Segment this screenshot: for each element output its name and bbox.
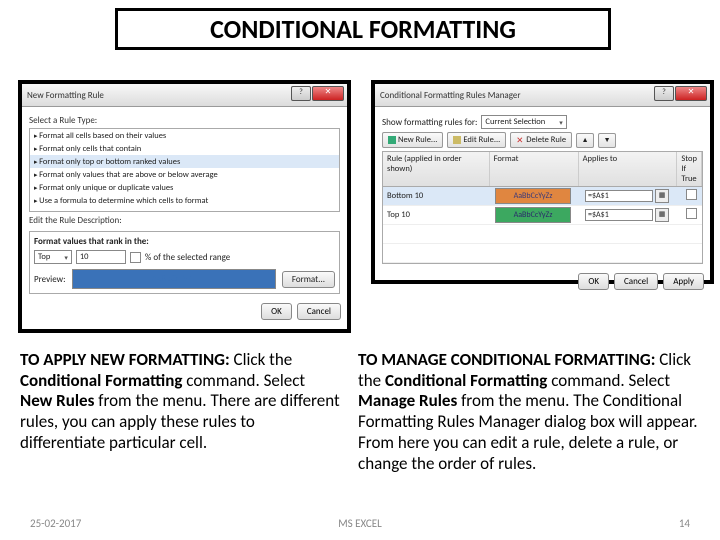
move-up-button[interactable]: ▲ <box>576 133 594 148</box>
edit-rule-section: Format values that rank in the: Top 10 %… <box>29 231 340 294</box>
format-values-label: Format values that rank in the: <box>34 236 335 247</box>
ok-button[interactable]: OK <box>261 303 292 320</box>
edit-icon <box>453 136 461 144</box>
rule-row-empty <box>383 244 702 263</box>
close-icon[interactable]: ✕ <box>312 86 344 101</box>
help-icon[interactable]: ? <box>291 86 311 101</box>
col-stop: Stop If True <box>677 152 702 186</box>
preview-label: Preview: <box>34 274 66 285</box>
move-down-button[interactable]: ▼ <box>598 133 616 148</box>
footer-page: 14 <box>470 517 690 530</box>
select-rule-type-label: Select a Rule Type: <box>29 115 340 126</box>
instruction-apply: TO APPLY NEW FORMATTING: Click the Condi… <box>20 350 340 454</box>
help-icon[interactable]: ? <box>654 86 674 101</box>
edit-description-label: Edit the Rule Description: <box>29 215 340 226</box>
col-rule: Rule (applied in order shown) <box>383 152 490 186</box>
stop-checkbox[interactable] <box>686 208 697 219</box>
dialog-titlebar: New Formatting Rule ? ✕ <box>22 84 347 107</box>
rules-manager-dialog: Conditional Formatting Rules Manager ? ✕… <box>371 80 714 284</box>
delete-icon: ✕ <box>516 136 524 144</box>
new-formatting-rule-dialog: New Formatting Rule ? ✕ Select a Rule Ty… <box>18 80 351 333</box>
percent-label: % of the selected range <box>145 252 230 263</box>
rule-row-empty <box>383 225 702 244</box>
page-title: CONDITIONAL FORMATTING <box>115 8 611 50</box>
new-rule-button[interactable]: New Rule... <box>382 132 443 148</box>
applies-to-input[interactable]: =$A$1 <box>585 209 653 221</box>
edit-rule-button[interactable]: Edit Rule... <box>447 132 506 148</box>
rule-type-list[interactable]: Format all cells based on their values F… <box>29 128 340 212</box>
new-icon <box>388 136 396 144</box>
percent-checkbox[interactable] <box>130 252 141 263</box>
applies-to-input[interactable]: =$A$1 <box>585 190 653 202</box>
apply-button[interactable]: Apply <box>663 273 704 290</box>
rule-type-item[interactable]: Format only top or bottom ranked values <box>30 155 339 168</box>
close-icon[interactable]: ✕ <box>675 86 707 101</box>
range-picker-icon[interactable]: ▦ <box>655 208 669 222</box>
dialog-title: Conditional Formatting Rules Manager <box>380 90 521 101</box>
rank-count-input[interactable]: 10 <box>76 250 126 264</box>
dialog-titlebar: Conditional Formatting Rules Manager ? ✕ <box>375 84 710 107</box>
show-rules-label: Show formatting rules for: <box>382 117 477 128</box>
format-sample: AaBbCcYyZz <box>495 188 571 204</box>
format-button[interactable]: Format... <box>282 271 335 288</box>
rule-type-item[interactable]: Format only cells that contain <box>30 142 339 155</box>
stop-checkbox[interactable] <box>686 189 697 200</box>
col-applies: Applies to <box>579 152 678 186</box>
rule-type-item[interactable]: Format all cells based on their values <box>30 129 339 142</box>
format-sample: AaBbCcYyZz <box>495 207 571 223</box>
rule-type-item[interactable]: Format only values that are above or bel… <box>30 168 339 181</box>
rules-grid: Rule (applied in order shown) Format App… <box>382 151 703 264</box>
ok-button[interactable]: OK <box>578 273 609 290</box>
rule-type-item[interactable]: Format only unique or duplicate values <box>30 181 339 194</box>
rule-row[interactable]: Top 10 AaBbCcYyZz =$A$1▦ <box>383 206 702 225</box>
rank-direction-dropdown[interactable]: Top <box>34 250 72 264</box>
range-picker-icon[interactable]: ▦ <box>655 189 669 203</box>
dialog-title: New Formatting Rule <box>27 90 104 101</box>
col-format: Format <box>490 152 579 186</box>
delete-rule-button[interactable]: ✕Delete Rule <box>510 132 572 148</box>
slide-footer: 25-02-2017 MS EXCEL 14 <box>0 517 720 530</box>
cancel-button[interactable]: Cancel <box>297 303 341 320</box>
preview-swatch: AaBbCcYyZz <box>72 269 276 289</box>
rule-type-item[interactable]: Use a formula to determine which cells t… <box>30 194 339 207</box>
rule-row[interactable]: Bottom 10 AaBbCcYyZz =$A$1▦ <box>383 187 702 206</box>
footer-center: MS EXCEL <box>250 517 470 530</box>
cancel-button[interactable]: Cancel <box>614 273 658 290</box>
scope-dropdown[interactable]: Current Selection <box>481 115 566 129</box>
instruction-manage: TO MANAGE CONDITIONAL FORMATTING: Click … <box>358 350 698 474</box>
footer-date: 25-02-2017 <box>30 517 250 530</box>
